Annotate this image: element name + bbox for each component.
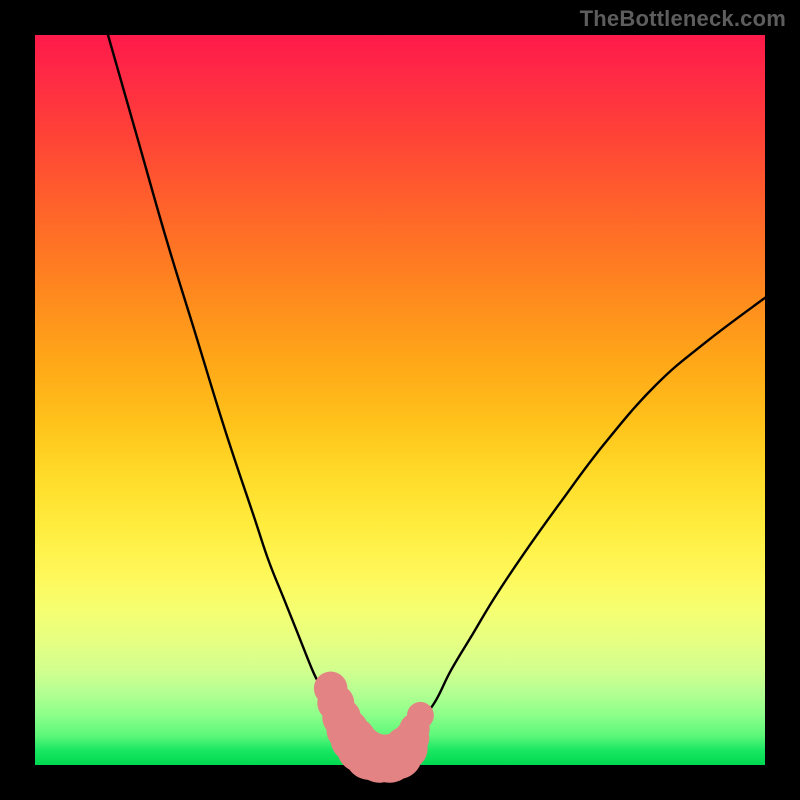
chart-svg: [35, 35, 765, 765]
marker-point: [407, 702, 434, 729]
plot-area: [35, 35, 765, 765]
curve-right-curve: [400, 298, 765, 758]
chart-curves: [108, 35, 765, 783]
watermark-text: TheBottleneck.com: [580, 6, 786, 32]
outer-frame: TheBottleneck.com: [0, 0, 800, 800]
curve-left-curve: [108, 35, 364, 758]
